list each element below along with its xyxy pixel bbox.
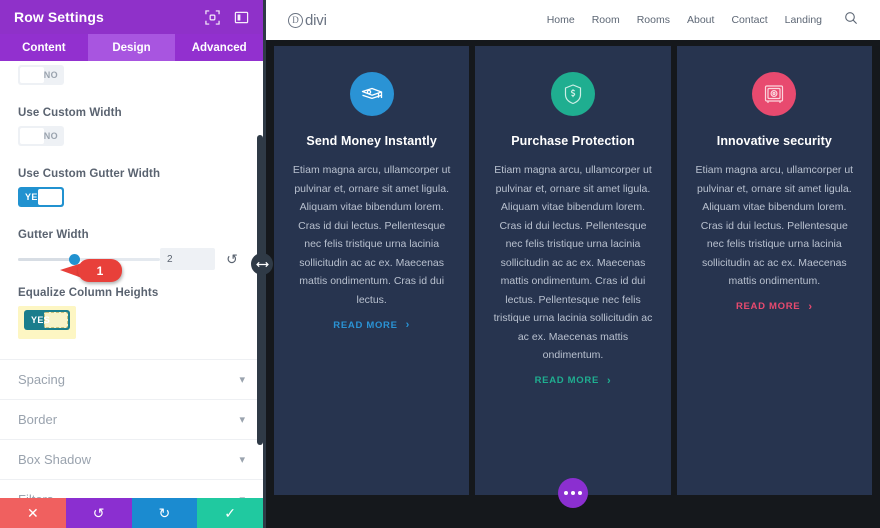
tab-content[interactable]: Content — [0, 34, 88, 61]
chevron-down-icon: ▾ — [239, 374, 245, 386]
dot — [564, 491, 568, 495]
use-custom-gutter-width-toggle[interactable]: YES — [18, 187, 64, 207]
site-logo[interactable]: D divi — [288, 12, 327, 29]
row-columns: Send Money Instantly Etiam magna arcu, u… — [274, 46, 872, 495]
undo-button[interactable]: ↺ — [65, 498, 132, 528]
field-use-custom-width: Use Custom Width NO — [18, 90, 245, 151]
dot — [578, 491, 582, 495]
equalize-highlight: YES — [18, 306, 76, 339]
row-area: Send Money Instantly Etiam magna arcu, u… — [266, 40, 880, 528]
chevron-right-icon: › — [405, 319, 411, 331]
chevron-down-icon: ▾ — [239, 493, 245, 498]
read-more-link[interactable]: READ MORE › — [333, 319, 410, 331]
panel-resize-handle[interactable] — [251, 253, 273, 275]
nav-link-about[interactable]: About — [687, 14, 714, 26]
close-button[interactable]: ✕ — [0, 498, 66, 528]
search-icon[interactable] — [844, 11, 858, 30]
settings-tabs: Content Design Advanced — [0, 34, 264, 61]
field-partial-toggle: NO — [18, 61, 245, 90]
read-more-link[interactable]: READ MORE › — [736, 301, 813, 313]
column-3[interactable]: Innovative security Etiam magna arcu, ul… — [676, 46, 872, 495]
nav-link-rooms[interactable]: Rooms — [637, 14, 670, 26]
accordion-item-filters[interactable]: Filters ▾ — [0, 479, 263, 498]
scrollbar-thumb[interactable] — [257, 135, 263, 445]
field-equalize-column-heights: Equalize Column Heights YES — [18, 270, 245, 339]
slider-fill — [18, 258, 75, 261]
toggle-state-label: YES — [25, 192, 45, 202]
logo-text: divi — [305, 11, 327, 29]
site-navigation: Home Room Rooms About Contact Landing — [547, 11, 858, 30]
website-preview: D divi Home Room Rooms About Contact Lan… — [263, 0, 880, 528]
column-1[interactable]: Send Money Instantly Etiam magna arcu, u… — [274, 46, 470, 495]
design-accordion: Spacing ▾ Border ▾ Box Shadow ▾ Filters … — [0, 359, 263, 498]
column-title: Innovative security — [716, 134, 832, 148]
divi-builder-screen: Row Settings Content Design Advanced NO … — [0, 0, 880, 528]
logo-mark-icon: D — [288, 12, 303, 28]
chevron-right-icon: › — [808, 300, 813, 313]
toggle-state-label: NO — [43, 131, 58, 141]
accordion-item-box-shadow[interactable]: Box Shadow ▾ — [0, 439, 263, 479]
dot — [571, 491, 575, 495]
panel-scrollbar[interactable] — [257, 61, 263, 498]
panel-body: NO Use Custom Width NO Use Custom Gutter… — [0, 61, 263, 498]
nav-link-home[interactable]: Home — [547, 14, 575, 26]
accordion-label: Filters — [18, 492, 53, 498]
gutter-width-slider[interactable] — [18, 250, 160, 268]
toggle-knob — [20, 67, 44, 83]
partial-toggle[interactable]: NO — [18, 65, 64, 85]
accordion-label: Spacing — [18, 372, 65, 387]
row-settings-panel: Row Settings Content Design Advanced NO … — [0, 0, 264, 528]
nav-link-contact[interactable]: Contact — [731, 14, 767, 26]
nav-link-landing[interactable]: Landing — [785, 14, 822, 26]
expand-icon[interactable] — [205, 9, 220, 25]
accordion-item-spacing[interactable]: Spacing ▾ — [0, 359, 263, 399]
chevron-right-icon: › — [606, 374, 612, 387]
shield-dollar-icon — [550, 72, 595, 116]
panel-header: Row Settings — [0, 0, 263, 34]
accordion-label: Border — [18, 412, 58, 427]
add-section-button[interactable] — [558, 478, 588, 508]
panel-footer: ✕ ↺ ↻ ✓ — [0, 498, 263, 528]
site-header: D divi Home Room Rooms About Contact Lan… — [266, 0, 880, 40]
layout-split-icon[interactable] — [234, 10, 249, 25]
field-gutter-width: Gutter Width ↺ — [18, 212, 245, 270]
chevron-down-icon: ▾ — [239, 454, 245, 466]
read-more-label: READ MORE — [735, 301, 801, 312]
field-use-custom-gutter-width: Use Custom Gutter Width YES — [18, 151, 245, 212]
safe-vault-icon — [752, 72, 797, 116]
field-label-use-custom-width: Use Custom Width — [18, 107, 122, 119]
accordion-item-border[interactable]: Border ▾ — [0, 399, 263, 439]
nav-link-room[interactable]: Room — [592, 14, 620, 26]
column-title: Purchase Protection — [511, 134, 635, 148]
page-title: Row Settings — [14, 9, 104, 25]
column-body-text: Etiam magna arcu, ullamcorper ut pulvina… — [292, 164, 451, 306]
save-button[interactable]: ✓ — [197, 498, 263, 528]
redo-button[interactable]: ↻ — [131, 498, 198, 528]
read-more-label: READ MORE — [333, 319, 398, 331]
slider-thumb[interactable] — [69, 254, 81, 265]
money-icon — [349, 72, 394, 116]
tab-advanced[interactable]: Advanced — [175, 34, 264, 61]
field-label-use-custom-gutter-width: Use Custom Gutter Width — [18, 168, 161, 180]
field-label-gutter-width: Gutter Width — [18, 229, 89, 241]
gutter-width-controls: ↺ — [18, 248, 245, 270]
use-custom-width-toggle[interactable]: NO — [18, 126, 64, 146]
reset-icon[interactable]: ↺ — [221, 251, 243, 268]
toggle-state-label: YES — [31, 315, 51, 325]
tab-design[interactable]: Design — [87, 34, 176, 61]
toggle-state-label: NO — [43, 70, 58, 80]
gutter-width-input[interactable] — [160, 248, 215, 270]
read-more-link[interactable]: READ MORE › — [535, 375, 612, 387]
accordion-label: Box Shadow — [18, 452, 91, 467]
column-body-text: Etiam magna arcu, ullamcorper ut pulvina… — [695, 164, 854, 287]
panel-header-icons — [205, 9, 249, 25]
column-title: Send Money Instantly — [306, 134, 437, 148]
toggle-knob — [20, 128, 44, 144]
field-label-equalize-column-heights: Equalize Column Heights — [18, 287, 159, 299]
chevron-down-icon: ▾ — [239, 414, 245, 426]
read-more-label: READ MORE — [534, 375, 599, 386]
column-2[interactable]: Purchase Protection Etiam magna arcu, ul… — [475, 46, 671, 495]
equalize-column-heights-toggle[interactable]: YES — [24, 310, 70, 330]
column-body-text: Etiam magna arcu, ullamcorper ut pulvina… — [493, 164, 653, 361]
